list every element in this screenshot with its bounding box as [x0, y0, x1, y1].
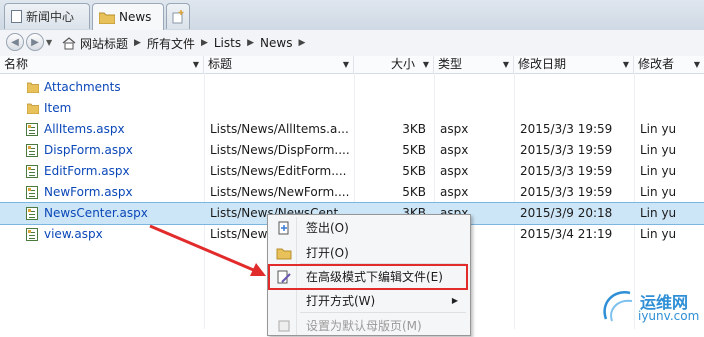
open-folder-icon	[276, 248, 292, 260]
highlight-box	[268, 264, 468, 290]
menu-item-label: 设置为默认母版页(M)	[306, 319, 422, 333]
menu-item-label: 签出(O)	[306, 221, 349, 235]
menu-item-label: 打开方式(W)	[306, 294, 376, 308]
master-page-icon	[278, 320, 290, 332]
checkout-icon	[278, 221, 289, 235]
menu-item-label: 打开(O)	[306, 246, 349, 260]
menu-item-open[interactable]: 打开(O)	[270, 242, 466, 264]
menu-separator	[300, 312, 466, 313]
watermark-logo: 运维网 iyunv.com	[598, 283, 704, 329]
menu-item-set-default-master: 设置为默认母版页(M)	[270, 315, 466, 337]
watermark-swirl-icon	[603, 291, 633, 322]
menu-item-open-with[interactable]: 打开方式(W) ▶	[270, 290, 466, 312]
watermark-url: iyunv.com	[638, 309, 700, 323]
submenu-arrow-icon: ▶	[451, 296, 458, 305]
menu-item-checkout[interactable]: 签出(O)	[270, 217, 466, 239]
